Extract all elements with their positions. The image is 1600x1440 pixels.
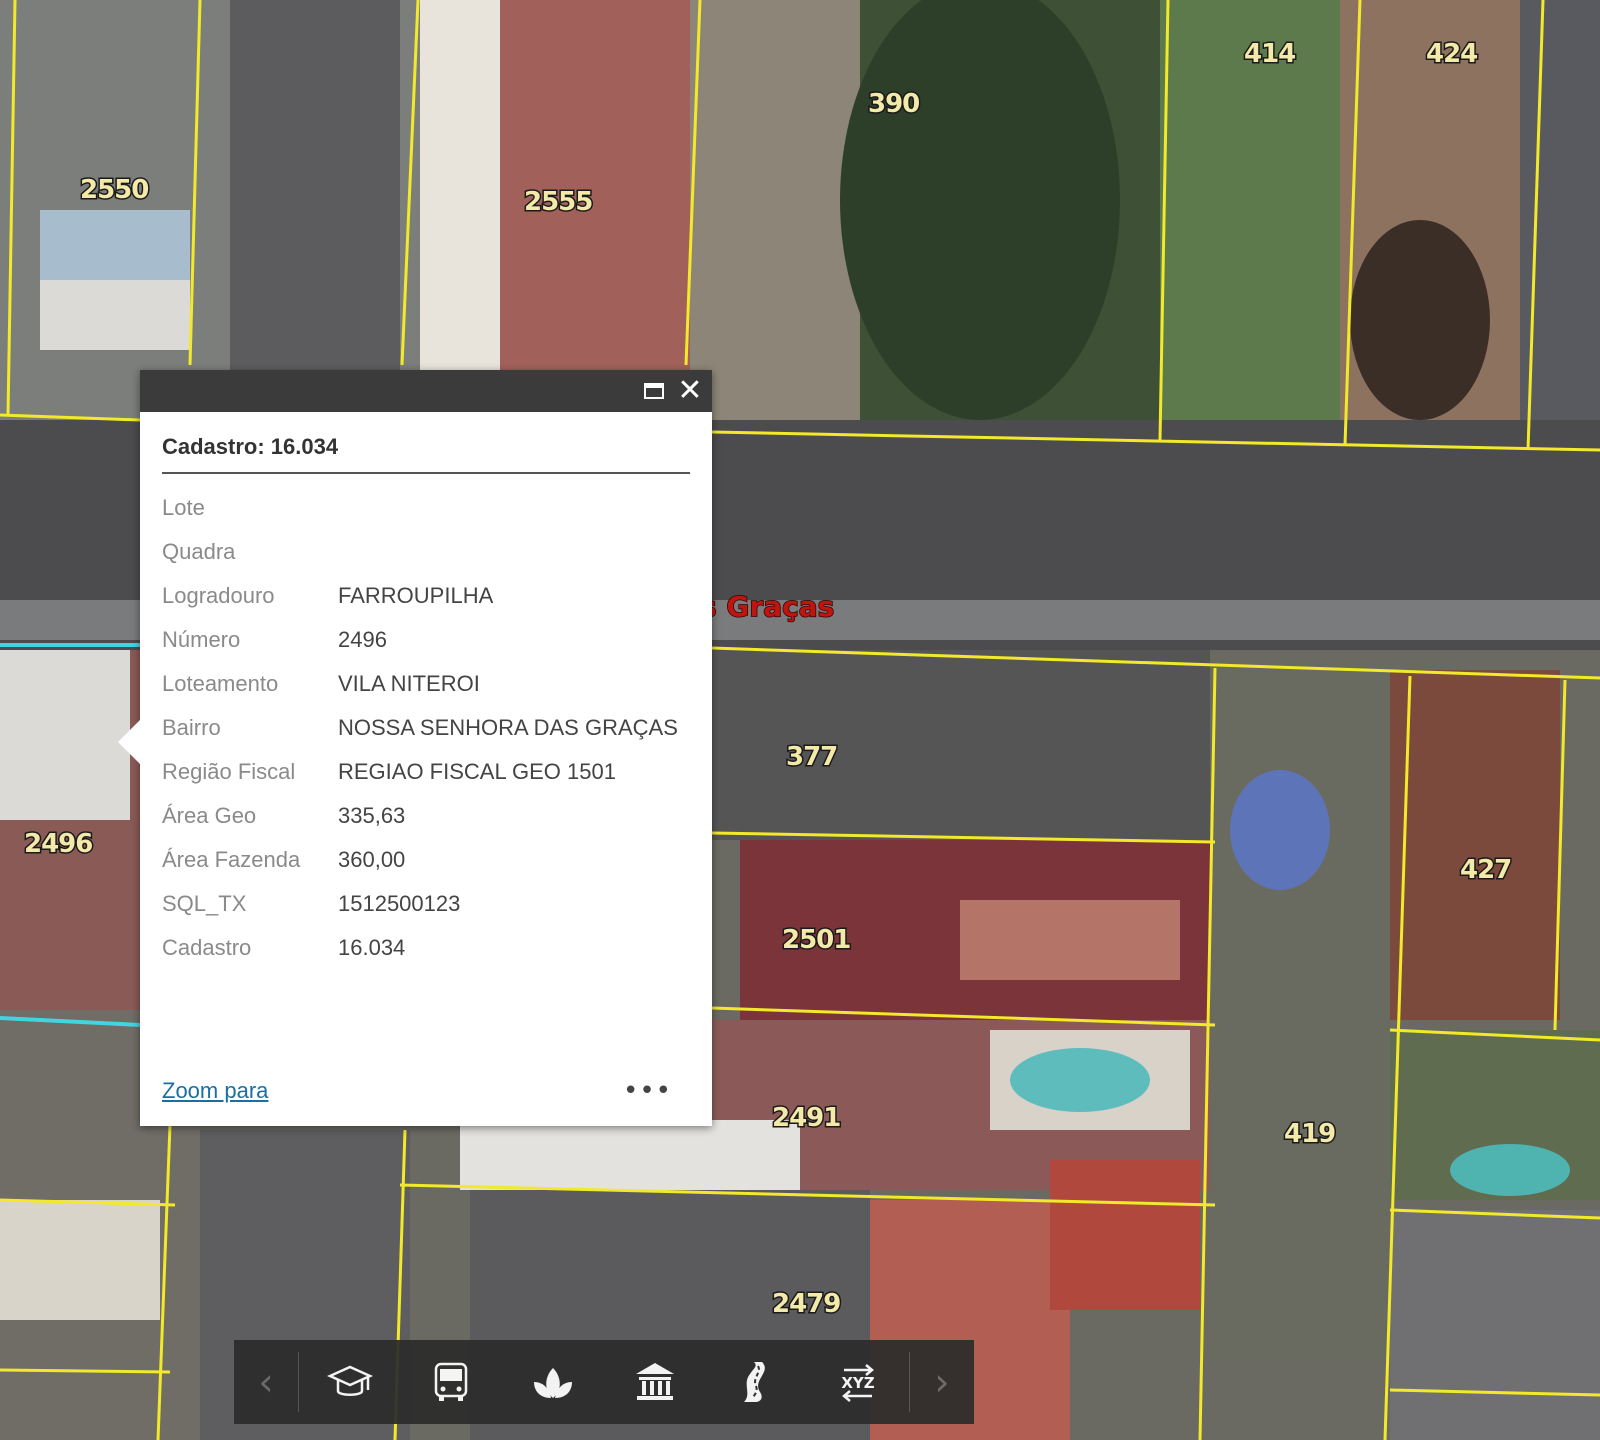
attribute-key: Área Geo (162, 803, 257, 828)
popup-pointer (118, 720, 140, 764)
lot-label: 2496 (24, 829, 92, 859)
close-icon[interactable]: ✕ (676, 376, 704, 406)
attribute-value (338, 486, 678, 530)
zoom-to-link[interactable]: Zoom para (162, 1078, 268, 1103)
lot-label: 419 (1284, 1119, 1335, 1149)
attribute-key: Região Fiscal (162, 759, 296, 784)
attribute-key: Quadra (162, 539, 236, 564)
xyz-icon[interactable]: XYZ (823, 1347, 893, 1417)
attribute-row: Número 2496 (162, 618, 678, 662)
attribute-key: Logradouro (162, 583, 275, 608)
lot-label: 2555 (524, 187, 592, 217)
lot-label: 390 (868, 89, 919, 119)
lot-label: 414 (1244, 39, 1295, 69)
lot-label: 377 (786, 742, 837, 772)
attribute-value: 16.034 (338, 935, 406, 960)
attribute-key: Área Fazenda (162, 847, 301, 872)
lot-label: 2550 (80, 175, 148, 205)
attribute-value: REGIAO FISCAL GEO 1501 (338, 759, 616, 784)
popup-footer: Zoom para ••• (162, 1076, 690, 1110)
attribute-value: 2496 (338, 627, 387, 652)
lot-label: 2491 (772, 1103, 840, 1133)
attribute-row: Quadra (162, 530, 678, 574)
attribute-value (338, 530, 678, 574)
attribute-row: Logradouro FARROUPILHA (162, 574, 678, 618)
attribute-value: NOSSA SENHORA DAS GRAÇAS (338, 715, 678, 740)
attribute-row: Área Geo 335,63 (162, 794, 678, 838)
popup-header: ✕ (140, 370, 712, 412)
attribute-value: VILA NITEROI (338, 671, 480, 696)
attribute-row: Cadastro 16.034 (162, 926, 678, 970)
attribute-row: Lote (162, 486, 678, 530)
attribute-key: Lote (162, 495, 205, 520)
attribute-row: Região Fiscal REGIAO FISCAL GEO 1501 (162, 750, 678, 794)
feature-popup: ✕ Cadastro: 16.034 Lote Quadra Logradouro F… (118, 370, 712, 1126)
attribute-value: 1512500123 (338, 891, 461, 916)
attribute-table: Lote Quadra Logradouro FARROUPILHA Número 249… (162, 486, 678, 970)
bus-icon[interactable] (416, 1347, 486, 1417)
lot-label: 2501 (782, 925, 850, 955)
attribute-row: Bairro NOSSA SENHORA DAS GRAÇAS (162, 706, 678, 750)
attribute-row: Loteamento VILA NITEROI (162, 662, 678, 706)
lot-label: 424 (1426, 39, 1477, 69)
building-icon[interactable] (620, 1347, 690, 1417)
xyz-label: XYZ (841, 1374, 874, 1392)
attribute-key: Número (162, 627, 241, 652)
attribute-key: Bairro (162, 715, 221, 740)
attribute-value: 360,00 (338, 847, 406, 872)
plant-icon[interactable] (518, 1347, 588, 1417)
attribute-key: SQL_TX (162, 891, 247, 916)
attribute-row: SQL_TX 1512500123 (162, 882, 678, 926)
street-label: s Graças (700, 590, 834, 623)
maximize-icon[interactable] (640, 377, 668, 405)
attribute-value: FARROUPILHA (338, 583, 494, 608)
attribute-row: Área Fazenda 360,00 (162, 838, 678, 882)
road-icon[interactable] (721, 1347, 791, 1417)
lot-label: 427 (1460, 855, 1511, 885)
attribute-key: Loteamento (162, 671, 279, 696)
education-icon[interactable] (315, 1347, 385, 1417)
attribute-key: Cadastro (162, 935, 252, 960)
toolbar-prev-button[interactable]: ‹ (234, 1340, 298, 1424)
more-options-icon[interactable]: ••• (623, 1076, 672, 1106)
toolbar-next-button[interactable]: › (910, 1340, 974, 1424)
popup-title: Cadastro: 16.034 (162, 434, 690, 474)
layer-toolbar: ‹ XYZ › (234, 1340, 974, 1424)
lot-label: 2479 (772, 1289, 840, 1319)
toolbar-icons: XYZ (299, 1340, 909, 1424)
attribute-value: 335,63 (338, 803, 406, 828)
